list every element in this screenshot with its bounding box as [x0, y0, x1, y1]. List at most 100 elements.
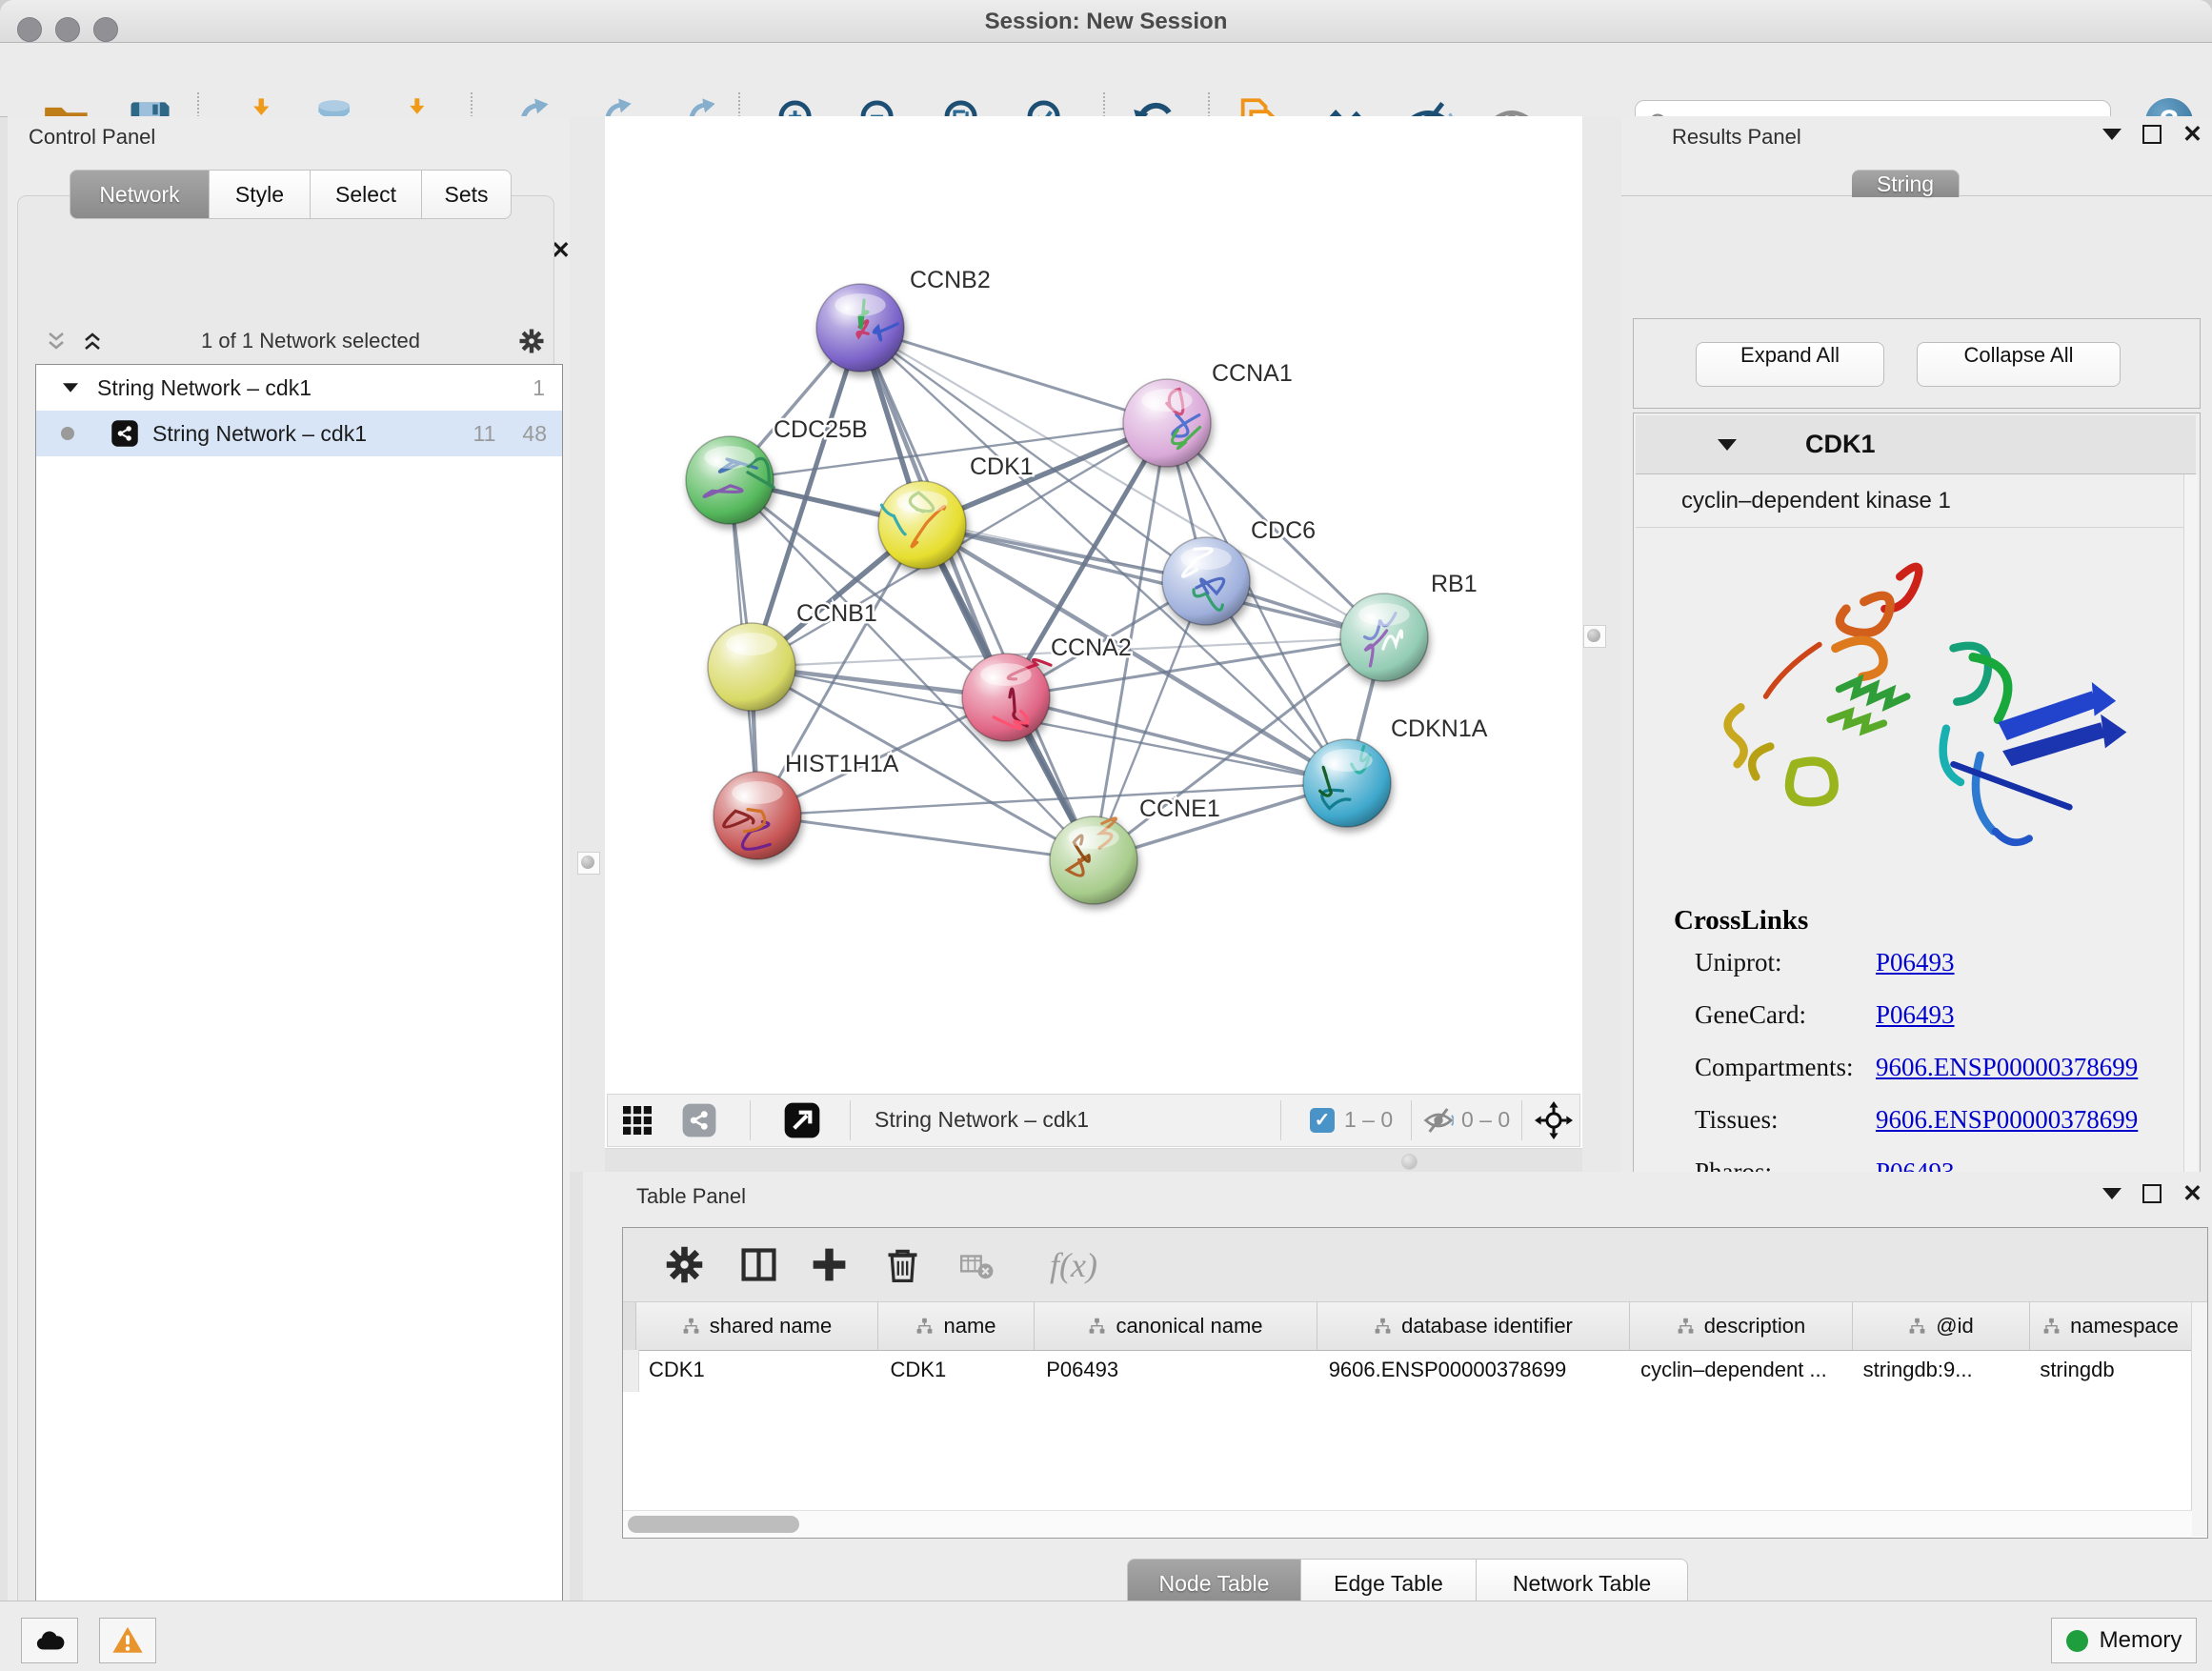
column-header--id[interactable]: @id: [1853, 1302, 2030, 1350]
column-header-shared-name[interactable]: shared name: [636, 1302, 878, 1350]
status-bar: Memory: [0, 1601, 2212, 1671]
selected-checkbox-icon[interactable]: ✓: [1310, 1108, 1335, 1133]
separator: [850, 1100, 851, 1140]
node-CDC6[interactable]: [1162, 537, 1250, 625]
crosslink-link[interactable]: P06493: [1876, 1000, 1955, 1030]
collection-label: String Network – cdk1: [97, 375, 312, 401]
table-cell[interactable]: CDK1: [639, 1350, 881, 1392]
hidden-eye-icon[interactable]: [1423, 1105, 1454, 1136]
node-label-CCNE1: CCNE1: [1139, 795, 1220, 822]
create-column-icon[interactable]: [808, 1243, 851, 1286]
edge-CCNB2-CCNA1[interactable]: [860, 328, 1167, 423]
expand-all-button[interactable]: Expand All: [1696, 342, 1884, 387]
scrollbar-thumb[interactable]: [628, 1516, 799, 1533]
results-scrollbar[interactable]: [2183, 474, 2198, 1230]
tab-string[interactable]: String: [1852, 170, 1960, 197]
right-splitter[interactable]: [1582, 116, 1625, 1172]
move-crosshair-icon[interactable]: [1535, 1101, 1573, 1139]
control-panel-title: Control Panel: [29, 125, 155, 150]
node-gloss: [704, 446, 754, 469]
left-splitter[interactable]: [570, 116, 605, 1172]
collection-count: 1: [533, 375, 545, 401]
column-header-label: namespace: [2070, 1314, 2179, 1339]
tab-select[interactable]: Select: [311, 170, 422, 219]
column-header-namespace[interactable]: namespace: [2030, 1302, 2192, 1350]
panel-close-icon[interactable]: ✕: [2182, 1184, 2202, 1203]
table-cell[interactable]: cyclin–dependent ...: [1631, 1350, 1854, 1392]
node-gloss: [835, 293, 885, 316]
panel-float-icon[interactable]: [2142, 1184, 2162, 1203]
network-collection-row[interactable]: String Network – cdk1 1: [36, 365, 562, 411]
node-CCNB1[interactable]: [708, 623, 795, 711]
open-in-window-icon[interactable]: [783, 1101, 821, 1139]
cloud-button[interactable]: [21, 1618, 78, 1663]
separator: [1411, 1100, 1412, 1140]
node-HIST1H1A[interactable]: [714, 772, 801, 859]
node-CCNA1[interactable]: [1123, 379, 1211, 467]
column-type-icon: [1374, 1318, 1392, 1336]
column-header-canonical-name[interactable]: canonical name: [1035, 1302, 1317, 1350]
crosslink-link[interactable]: 9606.ENSP00000378699: [1876, 1053, 2138, 1082]
separator: [750, 1100, 751, 1140]
column-header-database-identifier[interactable]: database identifier: [1317, 1302, 1630, 1350]
table-row[interactable]: CDK1CDK1P064939606.ENSP00000378699cyclin…: [623, 1350, 2192, 1392]
entry-description: cyclin–dependent kinase 1: [1636, 474, 2196, 528]
collection-expander-icon[interactable]: [63, 383, 78, 393]
node-RB1[interactable]: [1340, 594, 1428, 681]
table-cell[interactable]: P06493: [1036, 1350, 1318, 1392]
crosslink-link[interactable]: 9606.ENSP00000378699: [1876, 1105, 2138, 1135]
node-CCNB2[interactable]: [816, 284, 904, 372]
network-canvas[interactable]: CCNB2CCNA1CDC25BCDK1CDC6RB1CCNB1CCNA2CDK…: [605, 116, 1582, 1149]
table-cell[interactable]: stringdb: [2030, 1350, 2192, 1392]
tab-network[interactable]: Network: [70, 170, 210, 219]
grid-view-icon[interactable]: [620, 1103, 654, 1137]
entry-header[interactable]: CDK1: [1636, 415, 2196, 474]
share-view-icon[interactable]: [681, 1102, 717, 1138]
network-row[interactable]: String Network – cdk1 11 48: [36, 411, 562, 456]
node-CDK1[interactable]: [878, 481, 966, 569]
node-CCNA2[interactable]: [962, 654, 1051, 741]
entry-expander-icon[interactable]: [1718, 439, 1737, 451]
collapse-all-button[interactable]: Collapse All: [1917, 342, 2121, 387]
node-gloss: [1321, 749, 1372, 772]
panel-menu-icon[interactable]: [2102, 1188, 2122, 1199]
collapse-all-networks-icon[interactable]: [45, 330, 68, 352]
panel-menu-icon[interactable]: [2102, 129, 2122, 140]
right-splitter-handle[interactable]: [1583, 625, 1606, 648]
network-edge-count: 48: [522, 421, 547, 447]
expand-all-networks-icon[interactable]: [81, 330, 104, 352]
table-settings-gear-icon[interactable]: [663, 1243, 706, 1286]
node-CDKN1A[interactable]: [1303, 739, 1391, 827]
column-header-name[interactable]: name: [878, 1302, 1035, 1350]
horizontal-splitter-handle[interactable]: [1401, 1154, 1418, 1170]
edge-HIST1H1A-CCNE1[interactable]: [757, 815, 1094, 860]
memory-button[interactable]: Memory: [2051, 1618, 2197, 1663]
panel-float-icon[interactable]: [2142, 125, 2162, 144]
network-view-title: String Network – cdk1: [875, 1107, 1089, 1133]
node-label-CCNA2: CCNA2: [1051, 634, 1132, 661]
warning-button[interactable]: [99, 1618, 156, 1663]
table-horizontal-scrollbar[interactable]: [623, 1510, 2192, 1538]
node-gloss: [1358, 603, 1409, 626]
tab-style[interactable]: Style: [210, 170, 311, 219]
crosslink-row: Compartments:9606.ENSP00000378699: [1695, 1041, 2194, 1094]
network-graph[interactable]: CCNB2CCNA1CDC25BCDK1CDC6RB1CCNB1CCNA2CDK…: [605, 116, 1582, 1094]
node-CCNE1[interactable]: [1050, 816, 1137, 904]
table-cell[interactable]: CDK1: [881, 1350, 1037, 1392]
crosslink-link[interactable]: P06493: [1876, 948, 1955, 977]
column-header-description[interactable]: description: [1630, 1302, 1853, 1350]
network-options-gear-icon[interactable]: [517, 327, 546, 355]
show-columns-icon[interactable]: [737, 1243, 780, 1286]
tab-sets[interactable]: Sets: [422, 170, 512, 219]
node-CDC25B[interactable]: [686, 436, 774, 524]
network-selection-status: 1 of 1 Network selected: [104, 329, 517, 353]
edge-CCNB2-RB1[interactable]: [860, 328, 1384, 637]
edge-CCNB2-CCNE1[interactable]: [860, 328, 1094, 860]
table-cell[interactable]: stringdb:9...: [1854, 1350, 2031, 1392]
panel-close-icon[interactable]: ✕: [2182, 125, 2202, 144]
network-tab-panel: 1 of 1 Network selected String Network –…: [17, 195, 554, 1648]
table-vertical-scrollbar[interactable]: [2191, 1302, 2207, 1537]
left-splitter-handle[interactable]: [577, 852, 600, 875]
table-cell[interactable]: 9606.ENSP00000378699: [1319, 1350, 1631, 1392]
delete-column-trash-icon[interactable]: [881, 1243, 924, 1286]
